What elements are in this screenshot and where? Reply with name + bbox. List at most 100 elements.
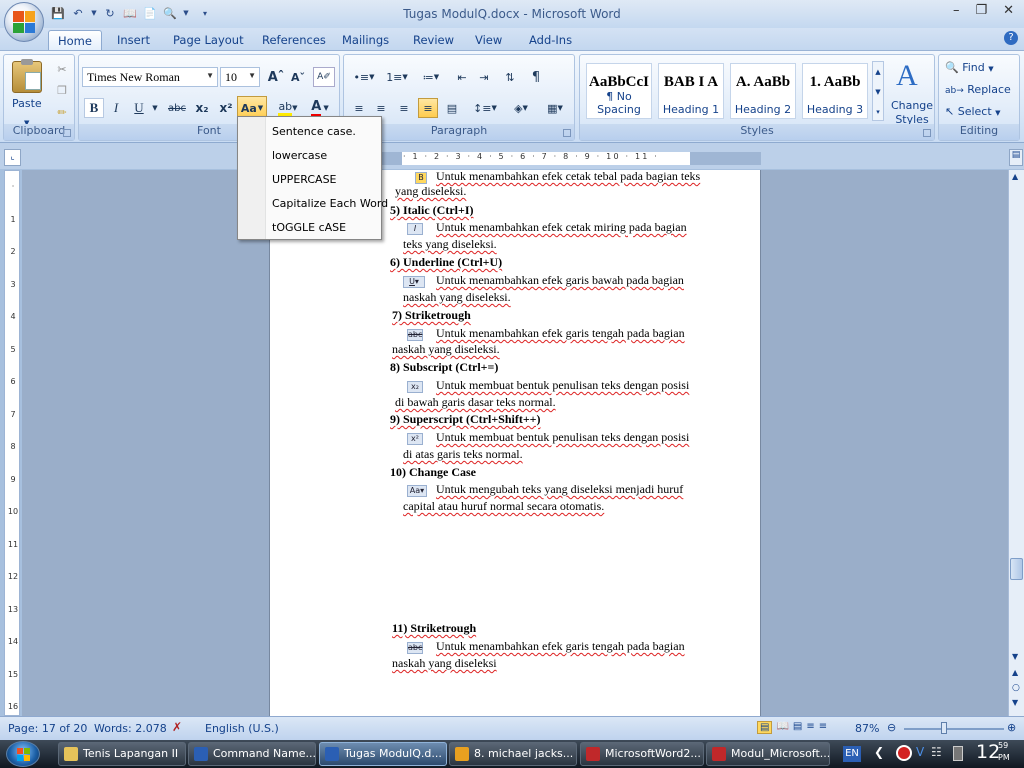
draft-view-icon[interactable]: ≡ bbox=[819, 721, 827, 734]
sort-icon[interactable]: ⇅ bbox=[500, 67, 520, 87]
multilevel-list-icon[interactable]: ≔ ▼ bbox=[416, 67, 446, 87]
select-browse-object-icon[interactable]: ○ bbox=[1012, 683, 1020, 693]
change-styles-icon[interactable]: A bbox=[896, 59, 918, 93]
styles-launcher-icon[interactable] bbox=[923, 129, 931, 137]
superscript-icon[interactable]: x² bbox=[216, 98, 236, 118]
vertical-ruler[interactable]: · 1 2 3 4 5 6 7 8 9 10 11 12 13 14 15 16 bbox=[4, 170, 20, 716]
help-icon[interactable]: ? bbox=[1004, 31, 1018, 45]
vertical-scrollbar[interactable]: ▲ ▼ ▲ ○ ▼ bbox=[1008, 170, 1024, 716]
zoom-level[interactable]: 87% bbox=[855, 722, 879, 735]
numbering-icon[interactable]: 1≡ ▼ bbox=[382, 67, 412, 87]
strikethrough-icon[interactable]: abc bbox=[164, 98, 190, 118]
show-formatting-marks-icon[interactable]: ¶ bbox=[526, 67, 546, 87]
language-indicator[interactable]: English (U.S.) bbox=[205, 722, 279, 735]
shrink-font-icon[interactable]: Aˇ bbox=[289, 67, 307, 87]
italic-icon[interactable]: I bbox=[106, 98, 126, 118]
increase-indent-icon[interactable]: ⇥ bbox=[474, 67, 494, 87]
format-painter-icon[interactable]: ✏ bbox=[54, 102, 70, 122]
office-button[interactable] bbox=[4, 2, 44, 42]
paste-button[interactable]: Paste bbox=[12, 97, 42, 110]
tab-references[interactable]: References bbox=[253, 30, 335, 50]
center-icon[interactable]: ≡ bbox=[371, 98, 391, 118]
styles-scroll[interactable]: ▲ ▼ ▾ bbox=[872, 61, 884, 121]
close-icon[interactable]: ✕ bbox=[1003, 3, 1014, 18]
style-no-spacing[interactable]: AaBbCcI ¶ No Spacing bbox=[586, 63, 652, 119]
paragraph-launcher-icon[interactable] bbox=[563, 129, 571, 137]
taskbar-item-michael-jackson[interactable]: 8. michael jacks... bbox=[449, 742, 577, 766]
scroll-thumb[interactable] bbox=[1010, 558, 1023, 580]
restore-icon[interactable]: ❐ bbox=[975, 3, 987, 18]
proofing-error-icon[interactable]: ✗ bbox=[172, 720, 182, 734]
subscript-icon[interactable]: x₂ bbox=[192, 98, 212, 118]
zoom-slider-thumb[interactable] bbox=[941, 722, 947, 734]
columns-icon[interactable]: ▤ bbox=[442, 98, 462, 118]
text-highlight-color-icon[interactable]: ab ▼ bbox=[275, 98, 301, 118]
start-button[interactable] bbox=[6, 741, 40, 767]
full-screen-reading-view-icon[interactable]: 📖 bbox=[776, 721, 788, 734]
antivirus-icon[interactable] bbox=[896, 745, 912, 761]
font-size-combo[interactable]: 10 ▼ bbox=[220, 67, 260, 87]
previous-page-icon[interactable]: ▲ bbox=[1012, 668, 1018, 677]
style-heading-1[interactable]: BAB I A Heading 1 bbox=[658, 63, 724, 119]
taskbar-item-command-name[interactable]: Command Name... bbox=[188, 742, 316, 766]
change-styles-button[interactable]: Change Styles bbox=[890, 99, 934, 127]
network-icon[interactable]: ☷ bbox=[931, 745, 947, 761]
outline-view-icon[interactable]: ≡ bbox=[806, 721, 814, 734]
line-spacing-icon[interactable]: ↕≡ ▼ bbox=[470, 98, 500, 118]
taskbar-item-microsoftword2[interactable]: MicrosoftWord2... bbox=[580, 742, 704, 766]
battery-icon[interactable] bbox=[953, 746, 963, 761]
clipboard-launcher-icon[interactable] bbox=[63, 129, 71, 137]
align-left-icon[interactable]: ≡ bbox=[349, 98, 369, 118]
tab-home[interactable]: Home bbox=[48, 30, 102, 50]
font-color-icon[interactable]: A ▼ bbox=[305, 98, 335, 118]
bold-icon[interactable]: B bbox=[84, 98, 104, 118]
tab-insert[interactable]: Insert bbox=[108, 30, 159, 50]
paste-icon[interactable] bbox=[12, 59, 42, 93]
decrease-indent-icon[interactable]: ⇤ bbox=[452, 67, 472, 87]
zoom-out-icon[interactable]: ⊖ bbox=[887, 721, 896, 734]
language-bar[interactable]: EN bbox=[843, 746, 861, 762]
underline-icon[interactable]: U bbox=[129, 98, 149, 118]
zoom-slider[interactable] bbox=[904, 728, 1004, 730]
tab-selector-icon[interactable]: ⌞ bbox=[4, 149, 21, 166]
style-heading-3[interactable]: 1. AaBb Heading 3 bbox=[802, 63, 868, 119]
next-page-icon[interactable]: ▼ bbox=[1012, 698, 1018, 707]
print-layout-view-icon[interactable]: ▤ bbox=[757, 721, 773, 734]
tab-mailings[interactable]: Mailings bbox=[333, 30, 398, 50]
replace-button[interactable]: ab→ Replace bbox=[945, 83, 1011, 96]
cut-icon[interactable]: ✂ bbox=[54, 59, 70, 79]
taskbar-item-tenis[interactable]: Tenis Lapangan II bbox=[58, 742, 186, 766]
menu-item-uppercase[interactable]: UPPERCASE bbox=[272, 173, 337, 186]
menu-item-capitalize-each-word[interactable]: Capitalize Each Word bbox=[272, 197, 388, 210]
clock-hour[interactable]: 12 bbox=[976, 741, 1000, 763]
style-heading-2[interactable]: A. AaBb Heading 2 bbox=[730, 63, 796, 119]
align-right-icon[interactable]: ≡ bbox=[394, 98, 414, 118]
tray-arrow-icon[interactable]: ❮ bbox=[874, 745, 884, 759]
taskbar-item-tugas-modulq[interactable]: Tugas ModulQ.d... bbox=[319, 742, 447, 766]
scroll-down-icon[interactable]: ▼ bbox=[1012, 652, 1018, 661]
justify-icon[interactable]: ≡ bbox=[418, 98, 438, 118]
borders-icon[interactable]: ▦ ▼ bbox=[540, 98, 570, 118]
clear-formatting-icon[interactable]: A✐ bbox=[313, 67, 335, 87]
menu-item-lowercase[interactable]: lowercase bbox=[272, 149, 327, 162]
bluetooth-icon[interactable]: ᐯ bbox=[916, 745, 928, 761]
font-name-combo[interactable]: Times New Roman ▼ bbox=[82, 67, 218, 87]
tab-review[interactable]: Review bbox=[404, 30, 463, 50]
word-count[interactable]: Words: 2.078 bbox=[94, 722, 167, 735]
underline-dropdown-icon[interactable]: ▼ bbox=[151, 98, 159, 118]
menu-item-sentence-case[interactable]: Sentence case. bbox=[272, 125, 356, 138]
select-button[interactable]: ↖ Select ▼ bbox=[945, 105, 1001, 118]
bullets-icon[interactable]: •≡ ▼ bbox=[349, 67, 379, 87]
shading-icon[interactable]: ◈ ▼ bbox=[506, 98, 536, 118]
copy-icon[interactable]: ❐ bbox=[54, 80, 70, 100]
zoom-in-icon[interactable]: ⊕ bbox=[1007, 721, 1016, 734]
grow-font-icon[interactable]: Aˆ bbox=[267, 67, 285, 87]
find-button[interactable]: 🔍 Find ▼ bbox=[945, 61, 994, 74]
document-page[interactable]: B Untuk menambahkan efek cetak tebal pad… bbox=[269, 170, 761, 716]
tab-view[interactable]: View bbox=[466, 30, 511, 50]
tab-add-ins[interactable]: Add-Ins bbox=[520, 30, 581, 50]
scroll-up-icon[interactable]: ▲ bbox=[1012, 172, 1018, 181]
page-count[interactable]: Page: 17 of 20 bbox=[8, 722, 87, 735]
minimize-icon[interactable]: – bbox=[953, 3, 960, 18]
taskbar-item-modul-microsoft[interactable]: Modul_Microsoft... bbox=[706, 742, 830, 766]
